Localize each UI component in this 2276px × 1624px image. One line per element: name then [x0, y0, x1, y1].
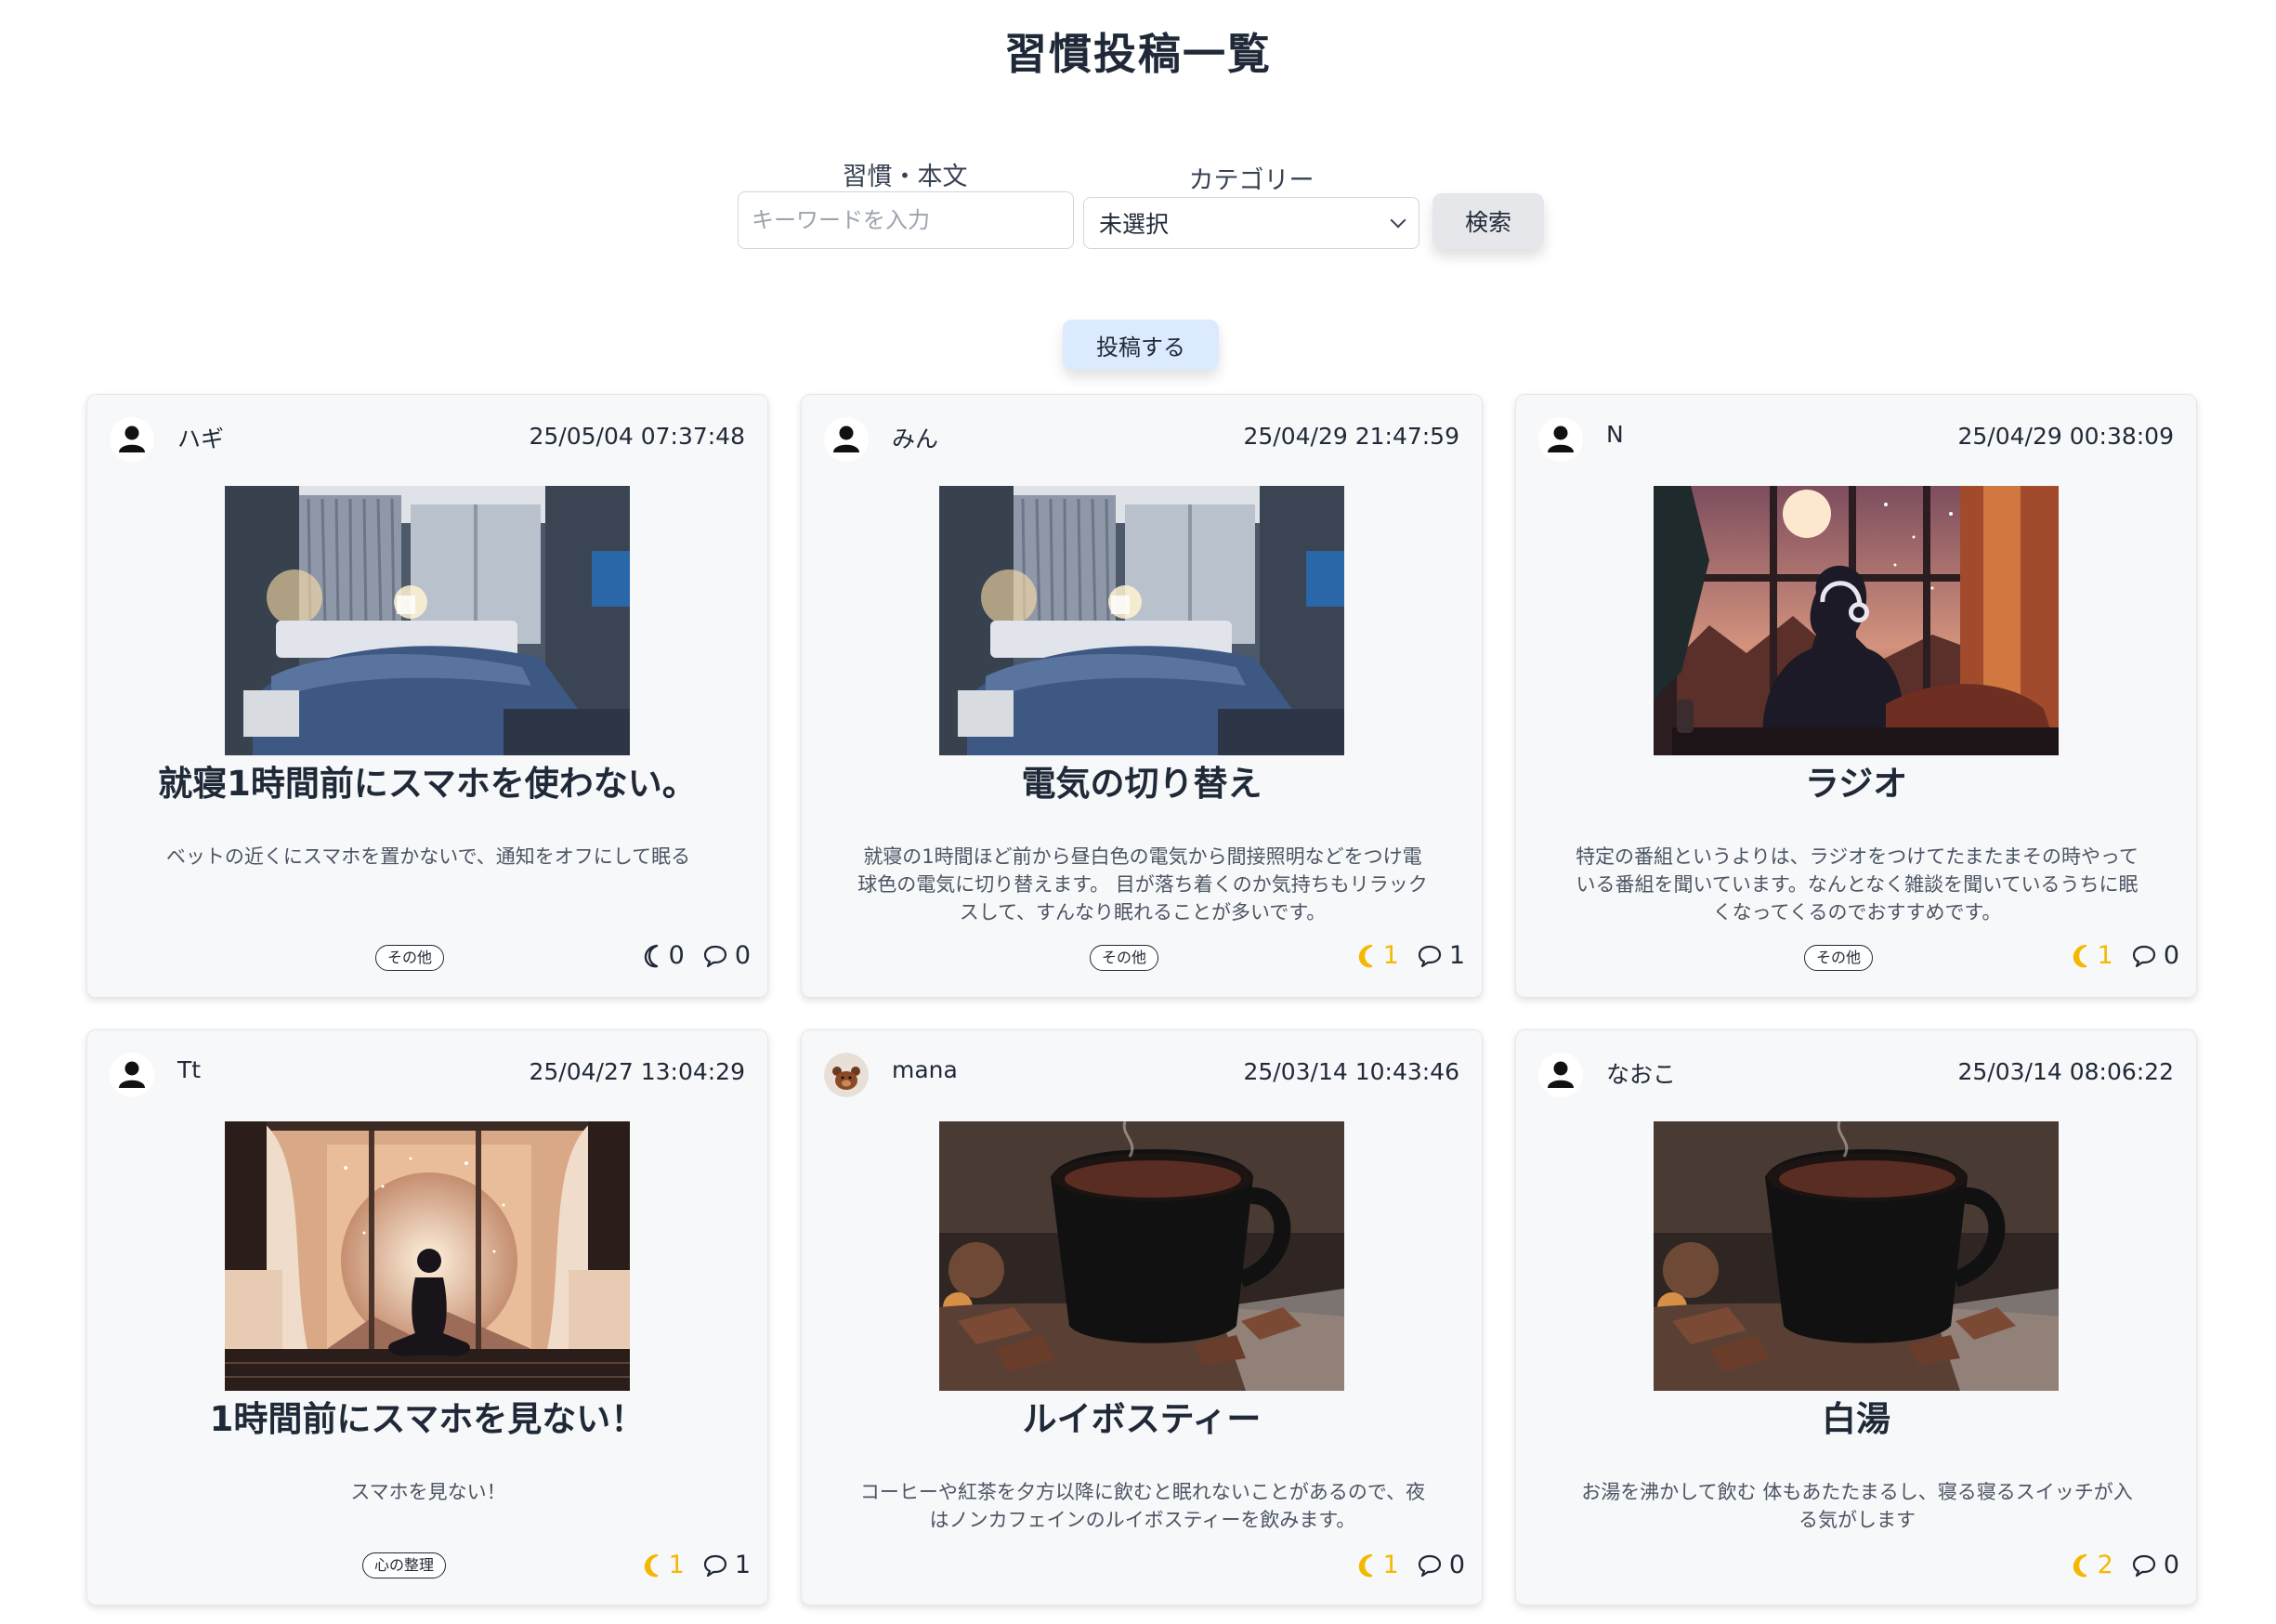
search-button[interactable]: 検索: [1432, 193, 1544, 249]
search-form: 習慣・本文 カテゴリー 未選択 検索: [0, 151, 2276, 262]
category-label: カテゴリー: [1188, 166, 1315, 195]
comment-count: 0: [734, 941, 751, 970]
comment-icon[interactable]: [1416, 942, 1444, 970]
comment-count: 0: [1448, 1551, 1465, 1579]
comment-count: 0: [2163, 941, 2179, 970]
post-card[interactable]: Tt 25/04/27 13:04:29 1時間前にスマホを見ない！ スマホを見…: [86, 1029, 768, 1605]
post-card[interactable]: ハギ 25/05/04 07:37:48 就寝1時間前にスマホを使わない。 ベッ…: [86, 394, 768, 998]
post-username[interactable]: ハギ: [177, 421, 224, 454]
comment-count: 1: [734, 1551, 751, 1579]
category-tag[interactable]: その他: [1090, 945, 1159, 971]
post-stats: 2 0: [2068, 1551, 2179, 1579]
post-stats: 0 0: [639, 941, 751, 970]
page-title: 習慣投稿一覧: [1004, 29, 1272, 79]
post-username[interactable]: N: [1606, 421, 1624, 448]
post-card[interactable]: なおこ 25/03/14 08:06:22 白湯 お湯を沸かして飲む 体もあたた…: [1515, 1029, 2197, 1605]
post-stats: 1 1: [639, 1551, 751, 1579]
like-count: 1: [1382, 1551, 1399, 1579]
post-image[interactable]: [1654, 1121, 2059, 1391]
post-card[interactable]: N 25/04/29 00:38:09 ラジオ 特定の番組というよりは、ラジオを…: [1515, 394, 2197, 998]
post-timestamp: 25/03/14 10:43:46: [1243, 1058, 1459, 1085]
post-body: 就寝の1時間ほど前から昼白色の電気から間接照明などをつけ電球色の電気に切り替えま…: [857, 845, 1428, 923]
moon-like-icon[interactable]: [2068, 942, 2096, 970]
post-title[interactable]: 電気の切り替え: [802, 755, 1482, 805]
moon-like-icon[interactable]: [1354, 942, 1381, 970]
category-tag[interactable]: その他: [375, 945, 445, 971]
comment-count: 0: [2163, 1551, 2179, 1579]
post-username[interactable]: なおこ: [1606, 1056, 1676, 1090]
category-tag[interactable]: その他: [1804, 945, 1874, 971]
post-body: スマホを見ない！: [350, 1481, 506, 1503]
create-post-button[interactable]: 投稿する: [1063, 320, 1219, 370]
post-timestamp: 25/04/29 21:47:59: [1243, 423, 1459, 450]
user-silhouette-icon[interactable]: [1538, 1053, 1583, 1097]
post-body: ベットの近くにスマホを置かないで、通知をオフにして眠る: [165, 845, 691, 868]
bear-avatar-icon[interactable]: [824, 1053, 869, 1097]
moon-like-icon[interactable]: [2068, 1552, 2096, 1579]
post-image[interactable]: [225, 486, 630, 755]
post-card[interactable]: みん 25/04/29 21:47:59 電気の切り替え 就寝の1時間ほど前から…: [801, 394, 1483, 998]
like-count: 2: [2097, 1551, 2113, 1579]
post-body: コーヒーや紅茶を夕方以降に飲むと眠れないことがあるので、夜はノンカフェインのルイ…: [859, 1481, 1426, 1531]
moon-like-icon[interactable]: [639, 1552, 667, 1579]
post-timestamp: 25/05/04 07:37:48: [529, 423, 745, 450]
post-timestamp: 25/03/14 08:06:22: [1957, 1058, 2174, 1085]
user-silhouette-icon[interactable]: [824, 417, 869, 462]
post-image[interactable]: [225, 1121, 630, 1391]
comment-icon[interactable]: [2130, 942, 2158, 970]
comment-icon[interactable]: [701, 1552, 729, 1579]
post-title[interactable]: ルイボスティー: [802, 1391, 1482, 1441]
post-stats: 1 0: [2068, 941, 2179, 970]
post-username[interactable]: みん: [892, 421, 938, 454]
category-tag[interactable]: 心の整理: [362, 1552, 447, 1578]
comment-icon[interactable]: [701, 942, 729, 970]
comment-count: 1: [1448, 941, 1465, 970]
post-card[interactable]: mana 25/03/14 10:43:46 ルイボスティー コーヒーや紅茶を夕…: [801, 1029, 1483, 1605]
chevron-down-icon: [1390, 212, 1406, 229]
user-silhouette-icon[interactable]: [110, 417, 154, 462]
comment-icon[interactable]: [2130, 1552, 2158, 1579]
keyword-label: 習慣・本文: [842, 163, 968, 191]
post-image[interactable]: [939, 486, 1344, 755]
comment-icon[interactable]: [1416, 1552, 1444, 1579]
like-count: 1: [1382, 941, 1399, 970]
moon-like-icon[interactable]: [639, 942, 667, 970]
post-title[interactable]: 1時間前にスマホを見ない！: [87, 1391, 767, 1441]
post-stats: 1 0: [1354, 1551, 1465, 1579]
post-stats: 1 1: [1354, 941, 1465, 970]
post-image[interactable]: [1654, 486, 2059, 755]
post-body: 特定の番組というよりは、ラジオをつけてたまたまその時やっている番組を聞いています…: [1576, 845, 2139, 923]
like-count: 0: [668, 941, 685, 970]
post-body: お湯を沸かして飲む 体もあたたまるし、寝る寝るスイッチが入る気がします: [1581, 1481, 2133, 1531]
keyword-input[interactable]: [738, 191, 1074, 249]
post-title[interactable]: ラジオ: [1516, 755, 2196, 805]
post-image[interactable]: [939, 1121, 1344, 1391]
post-title[interactable]: 就寝1時間前にスマホを使わない。: [87, 755, 767, 805]
user-silhouette-icon[interactable]: [110, 1053, 154, 1097]
category-select[interactable]: 未選択: [1083, 197, 1419, 249]
post-timestamp: 25/04/27 13:04:29: [529, 1058, 745, 1085]
user-silhouette-icon[interactable]: [1538, 417, 1583, 462]
like-count: 1: [668, 1551, 685, 1579]
post-username[interactable]: Tt: [177, 1056, 201, 1083]
post-title[interactable]: 白湯: [1516, 1391, 2196, 1441]
moon-like-icon[interactable]: [1354, 1552, 1381, 1579]
post-username[interactable]: mana: [892, 1056, 958, 1083]
like-count: 1: [2097, 941, 2113, 970]
category-selected-value: 未選択: [1099, 211, 1170, 238]
post-timestamp: 25/04/29 00:38:09: [1957, 423, 2174, 450]
